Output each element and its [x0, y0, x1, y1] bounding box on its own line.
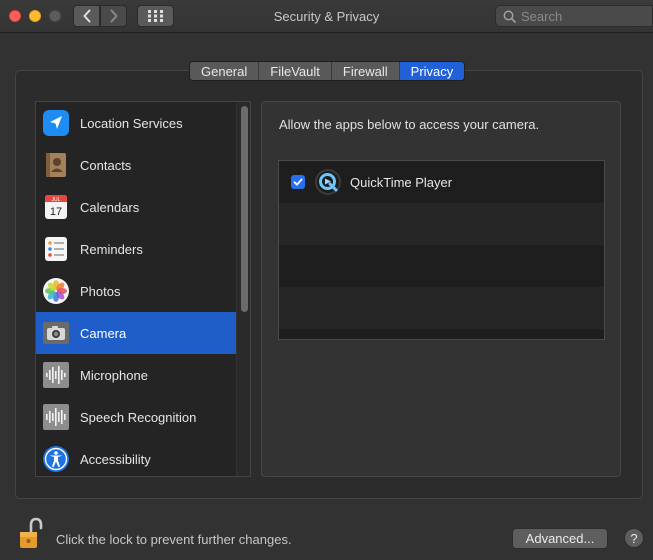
sidebar-item-label: Contacts — [80, 157, 132, 173]
sidebar-item-contacts[interactable]: Contacts — [36, 144, 237, 186]
reminders-list-icon — [45, 237, 67, 261]
sidebar-scrollbar[interactable] — [236, 102, 250, 476]
accessibility-person-icon — [43, 446, 69, 472]
calendar-icon-month: JUL — [52, 197, 61, 203]
help-button[interactable]: ? — [624, 528, 644, 548]
sidebar-item-camera[interactable]: Camera — [36, 312, 237, 354]
privacy-detail-pane: Allow the apps below to access your came… — [261, 101, 621, 477]
privacy-category-list: Location Services Contacts JUL 17 Calend… — [35, 101, 251, 477]
search-field[interactable] — [495, 5, 653, 27]
sidebar-item-calendars[interactable]: JUL 17 Calendars — [36, 186, 237, 228]
scrollbar-thumb[interactable] — [241, 106, 248, 312]
camera-icon — [43, 322, 69, 344]
lock-status-text: Click the lock to prevent further change… — [56, 532, 292, 547]
sidebar-item-label: Camera — [80, 325, 127, 341]
tab-privacy[interactable]: Privacy — [399, 62, 465, 80]
calendar-icon: JUL 17 — [45, 195, 67, 219]
sidebar-item-label: Calendars — [80, 199, 140, 215]
search-icon — [503, 10, 516, 23]
camera-access-description: Allow the apps below to access your came… — [279, 117, 540, 132]
advanced-button[interactable]: Advanced... — [512, 528, 608, 549]
tab-firewall[interactable]: Firewall — [331, 62, 400, 80]
location-arrow-icon — [43, 110, 69, 136]
sidebar-item-accessibility[interactable]: Accessibility — [36, 438, 237, 476]
table-row — [279, 245, 604, 287]
list-item[interactable]: QuickTime Player — [279, 161, 604, 203]
sidebar-item-speech-recognition[interactable]: Speech Recognition — [36, 396, 237, 438]
microphone-waveform-icon — [43, 362, 69, 388]
sidebar-item-label: Location Services — [80, 115, 183, 131]
lock-open-icon[interactable] — [19, 517, 43, 550]
speech-waveform-icon — [43, 404, 69, 430]
title-bar: Security & Privacy — [0, 0, 653, 33]
sidebar-item-label: Accessibility — [80, 451, 151, 467]
table-row — [279, 287, 604, 329]
sidebar-item-label: Reminders — [80, 241, 143, 257]
sidebar-item-reminders[interactable]: Reminders — [36, 228, 237, 270]
sidebar-item-label: Microphone — [80, 367, 148, 383]
search-input[interactable] — [521, 8, 651, 24]
tab-general[interactable]: General — [190, 62, 260, 80]
contacts-book-icon — [46, 153, 66, 177]
sidebar-item-photos[interactable]: Photos — [36, 270, 237, 312]
calendar-icon-day: 17 — [50, 206, 62, 218]
sidebar-item-label: Speech Recognition — [80, 409, 197, 425]
tab-bar: General FileVault Firewall Privacy — [189, 61, 466, 81]
app-name: QuickTime Player — [350, 174, 453, 190]
sidebar-item-location-services[interactable]: Location Services — [36, 102, 237, 144]
sidebar-item-label: Photos — [80, 283, 121, 299]
apps-list: QuickTime Player — [278, 160, 605, 340]
table-row — [279, 203, 604, 245]
quicktime-icon — [315, 169, 341, 195]
tab-filevault[interactable]: FileVault — [259, 62, 332, 80]
checkmark-icon — [293, 178, 303, 186]
quicktime-camera-checkbox[interactable] — [291, 175, 305, 189]
sidebar-item-microphone[interactable]: Microphone — [36, 354, 237, 396]
photos-flower-icon — [43, 278, 69, 304]
